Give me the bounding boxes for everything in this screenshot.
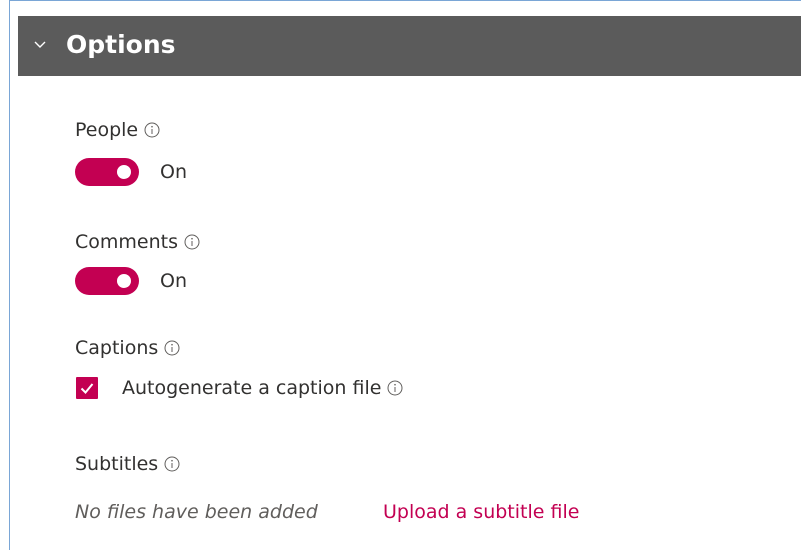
options-section-title: Options bbox=[66, 30, 176, 59]
subtitles-empty-text: No files have been added bbox=[75, 501, 318, 523]
autogenerate-caption-label: Autogenerate a caption file bbox=[122, 377, 382, 399]
options-section-header[interactable]: Options bbox=[18, 16, 801, 76]
info-icon[interactable] bbox=[387, 380, 403, 396]
captions-label: Captions bbox=[75, 337, 159, 359]
upload-subtitle-link[interactable]: Upload a subtitle file bbox=[383, 500, 579, 524]
autogenerate-caption-label-row: Autogenerate a caption file bbox=[122, 376, 403, 400]
toggle-knob bbox=[117, 274, 131, 288]
subtitles-label: Subtitles bbox=[75, 453, 159, 475]
info-icon[interactable] bbox=[164, 456, 180, 472]
captions-label-row: Captions bbox=[75, 336, 180, 360]
info-icon[interactable] bbox=[144, 122, 160, 138]
comments-toggle-state: On bbox=[160, 270, 187, 292]
people-toggle[interactable] bbox=[75, 158, 139, 186]
comments-label: Comments bbox=[75, 231, 178, 253]
info-icon[interactable] bbox=[164, 340, 180, 356]
people-label-row: People bbox=[75, 118, 160, 142]
people-toggle-state: On bbox=[160, 161, 187, 183]
info-icon[interactable] bbox=[184, 234, 200, 250]
comments-label-row: Comments bbox=[75, 230, 200, 254]
comments-toggle[interactable] bbox=[75, 267, 139, 295]
people-label: People bbox=[75, 119, 139, 141]
subtitles-label-row: Subtitles bbox=[75, 452, 180, 476]
chevron-down-icon bbox=[34, 41, 46, 48]
autogenerate-caption-checkbox[interactable] bbox=[76, 377, 98, 399]
toggle-knob bbox=[117, 165, 131, 179]
checkmark-icon bbox=[80, 383, 94, 394]
